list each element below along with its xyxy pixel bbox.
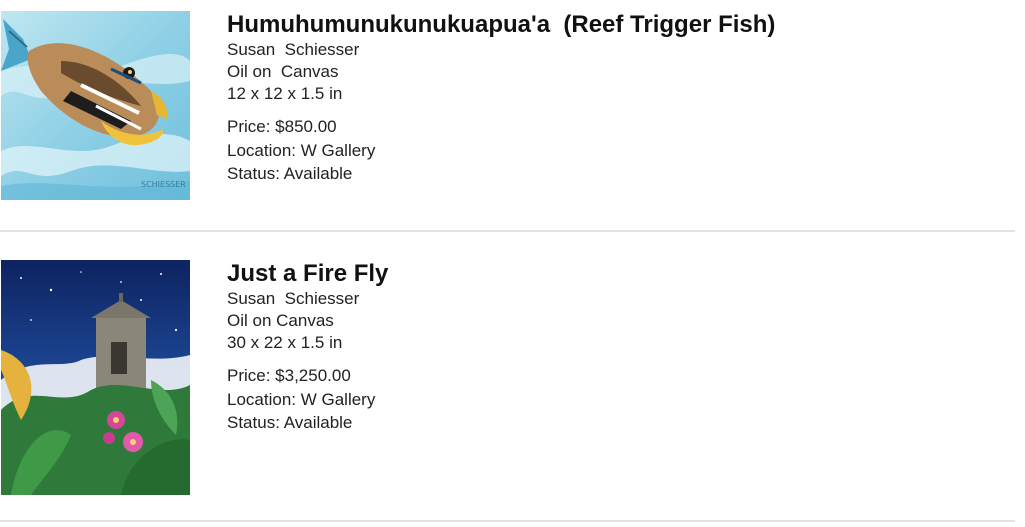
artwork-info: Humuhumunukunukuapua'a (Reef Trigger Fis… [227,11,775,186]
price: Price: $850.00 [227,117,337,136]
artwork-title[interactable]: Humuhumunukunukuapua'a (Reef Trigger Fis… [227,11,775,39]
price: Price: $3,250.00 [227,366,351,385]
reef-trigger-fish-image: SCHIESSER [1,11,190,200]
artwork-thumbnail-reef-trigger-fish[interactable]: SCHIESSER [1,11,190,200]
fire-fly-tower-image [1,260,190,495]
status: Status: Available [227,413,353,432]
artwork-thumbnail-fire-fly[interactable] [1,260,190,495]
artwork-info: Just a Fire Fly Susan Schiesser Oil on C… [227,260,388,435]
listing-divider [0,230,1015,232]
location: Location: W Gallery [227,140,376,160]
artwork-title[interactable]: Just a Fire Fly [227,260,388,288]
artist-name: Susan Schiesser [227,289,360,308]
medium: Oil on Canvas [227,311,334,330]
sale-details: Price: $850.00 Location: W Gallery Statu… [227,115,775,186]
location: Location: W Gallery [227,389,376,409]
dimensions: 12 x 12 x 1.5 in [227,84,343,103]
medium: Oil on Canvas [227,62,339,81]
dimensions: 30 x 22 x 1.5 in [227,333,343,352]
artist-name: Susan Schiesser [227,40,360,59]
sale-details: Price: $3,250.00 Location: W Gallery Sta… [227,364,388,435]
listing-divider [0,520,1015,522]
svg-text:SCHIESSER: SCHIESSER [141,180,186,189]
status: Status: Available [227,164,353,183]
